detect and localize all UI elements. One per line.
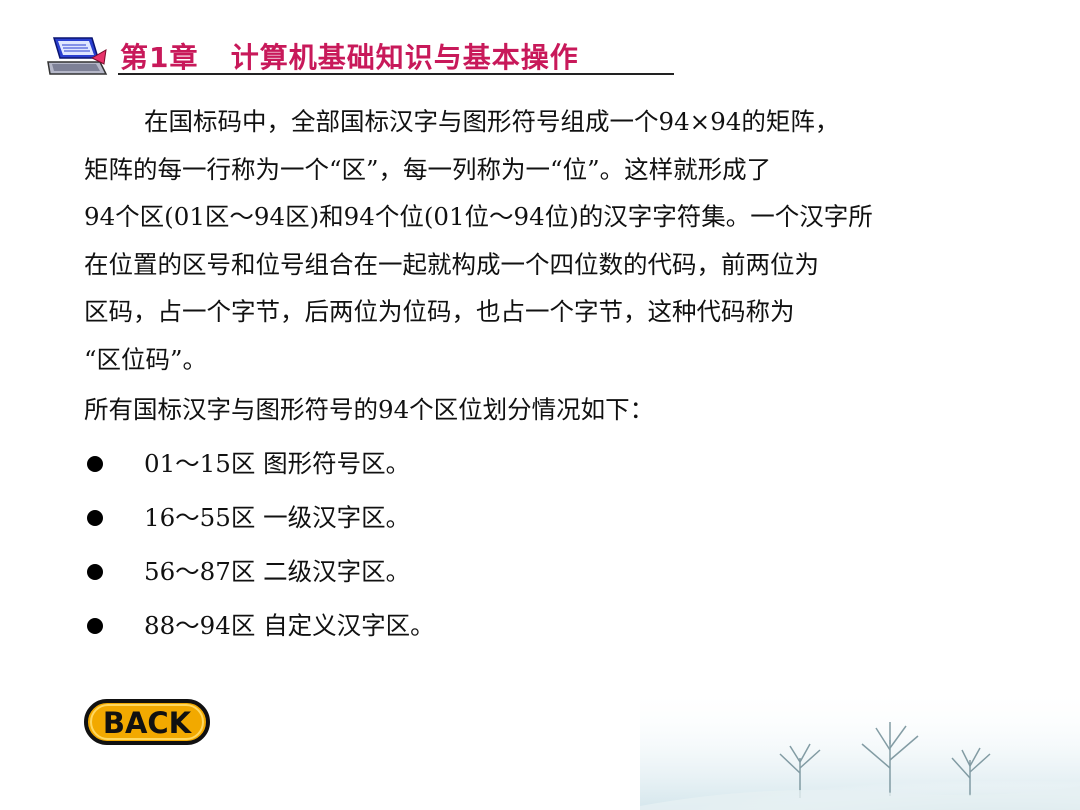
paragraph-line: “区位码”。	[84, 344, 208, 374]
page-title: 第1章 计算机基础知识与基本操作	[120, 41, 579, 74]
paragraph-line: 在位置的区号和位号组合在一起就构成一个四位数的代码，前两位为	[84, 249, 819, 279]
bullet-icon	[87, 456, 103, 472]
bullet-text: 16～55区 一级汉字区。	[144, 503, 411, 532]
back-button-label: BACK	[102, 706, 192, 740]
paragraph-line: 在国标码中，全部国标汉字与图形符号组成一个94×94的矩阵，	[144, 107, 840, 136]
title-underline	[118, 73, 674, 75]
slide-header: 第1章 计算机基础知识与基本操作	[46, 34, 579, 78]
body-paragraph: 在国标码中，全部国标汉字与图形符号组成一个94×94的矩阵， 矩阵的每一行称为一…	[84, 98, 1009, 383]
paragraph-line: 矩阵的每一行称为一个“区”，每一列称为一“位”。这样就形成了	[84, 154, 772, 184]
computer-icon	[47, 37, 108, 75]
list-intro: 所有国标汉字与图形符号的94个区位划分情况如下：	[84, 395, 655, 424]
bullet-text: 88～94区 自定义汉字区。	[144, 611, 435, 640]
bullet-icon	[87, 564, 103, 580]
bullet-text: 01～15区 图形符号区。	[144, 449, 411, 478]
bullet-icon	[87, 618, 103, 634]
winter-scenery-image	[640, 688, 1080, 810]
paragraph-line: 94个区(01区～94区)和94个位(01位～94位)的汉字字符集。一个汉字所	[84, 202, 873, 231]
bullet-icon	[87, 510, 103, 526]
bullet-text: 56～87区 二级汉字区。	[144, 557, 411, 586]
back-button[interactable]: BACK	[84, 698, 210, 746]
paragraph-line: 区码，占一个字节，后两位为位码，也占一个字节，这种代码称为	[84, 297, 795, 326]
